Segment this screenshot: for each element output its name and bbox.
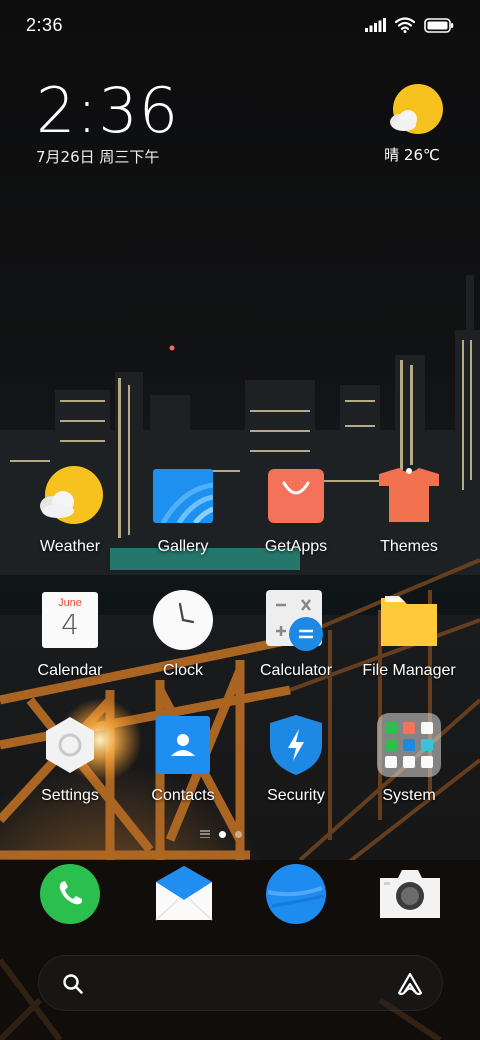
app-label: File Manager bbox=[362, 662, 456, 679]
app-label: System bbox=[382, 787, 436, 804]
widget-date: 7月26日 周三下午 bbox=[36, 148, 160, 166]
search-icon bbox=[63, 974, 83, 994]
status-icons bbox=[365, 15, 454, 35]
app-system-folder[interactable]: System bbox=[353, 713, 465, 805]
contacts-icon bbox=[153, 715, 213, 775]
app-label: Settings bbox=[41, 787, 99, 804]
security-icon bbox=[266, 715, 326, 775]
app-label: Gallery bbox=[157, 538, 209, 555]
app-label: Clock bbox=[162, 662, 203, 679]
page-indicator[interactable] bbox=[200, 830, 242, 838]
browser-icon bbox=[266, 864, 326, 924]
app-calculator[interactable]: Calculator bbox=[240, 590, 352, 680]
battery-icon bbox=[424, 17, 454, 33]
status-bar: 2:36 bbox=[0, 0, 480, 50]
search-bar[interactable] bbox=[38, 955, 443, 1011]
app-label: Calculator bbox=[259, 662, 333, 679]
phone-icon bbox=[40, 864, 100, 924]
weather-widget[interactable]: 晴 26℃ bbox=[384, 84, 444, 165]
camera-icon bbox=[380, 870, 440, 918]
app-label: Themes bbox=[380, 538, 438, 555]
assistant-icon[interactable] bbox=[396, 970, 424, 998]
calendar-day: 4 bbox=[61, 608, 79, 641]
wifi-icon bbox=[395, 17, 415, 33]
app-security[interactable]: Security bbox=[240, 715, 352, 805]
app-label: Contacts bbox=[151, 787, 215, 804]
page-dot bbox=[235, 830, 242, 838]
app-gallery[interactable]: Gallery bbox=[127, 466, 239, 556]
app-themes[interactable]: Themes bbox=[353, 466, 465, 556]
themes-icon bbox=[379, 466, 439, 526]
widget-time: 2:36 bbox=[36, 74, 180, 147]
app-calendar[interactable]: June 4 Calendar bbox=[14, 590, 126, 680]
app-contacts[interactable]: Contacts bbox=[127, 715, 239, 805]
getapps-icon bbox=[266, 466, 326, 526]
sunny-partly-cloudy-icon bbox=[388, 84, 444, 136]
app-file-manager[interactable]: File Manager bbox=[353, 590, 465, 680]
app-label: Security bbox=[267, 787, 325, 804]
dock-camera[interactable] bbox=[378, 862, 442, 926]
clock-widget[interactable]: 2:36 7月26日 周三下午 bbox=[36, 78, 179, 167]
menu-lines-icon bbox=[200, 830, 210, 838]
app-label: Weather bbox=[39, 538, 101, 555]
page-dot-active bbox=[219, 830, 226, 838]
signal-icon bbox=[365, 18, 386, 32]
settings-icon bbox=[40, 715, 100, 775]
app-weather[interactable]: Weather bbox=[14, 466, 126, 556]
app-label: Calendar bbox=[37, 662, 103, 679]
weather-condition-temp: 晴 26℃ bbox=[384, 146, 440, 164]
app-getapps[interactable]: GetApps bbox=[240, 466, 352, 556]
weather-icon bbox=[40, 466, 103, 526]
gallery-icon bbox=[153, 466, 213, 526]
system-folder-icon bbox=[377, 713, 441, 777]
calculator-icon bbox=[266, 590, 326, 651]
clock-icon bbox=[153, 590, 213, 650]
app-clock[interactable]: Clock bbox=[127, 590, 239, 680]
app-label: GetApps bbox=[264, 538, 328, 555]
file-manager-icon bbox=[379, 590, 439, 650]
dock-phone[interactable] bbox=[38, 862, 102, 926]
app-settings[interactable]: Settings bbox=[14, 715, 126, 805]
calendar-icon: June 4 bbox=[40, 590, 100, 650]
dock-messages[interactable] bbox=[152, 862, 216, 926]
status-time: 2:36 bbox=[26, 15, 64, 35]
messages-icon bbox=[155, 866, 213, 921]
dock-browser[interactable] bbox=[264, 862, 328, 926]
